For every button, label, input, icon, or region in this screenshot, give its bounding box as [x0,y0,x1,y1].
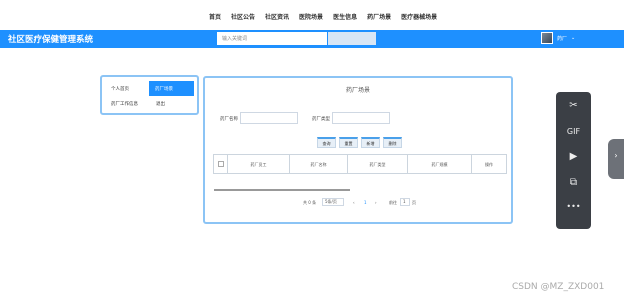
nav-announcements[interactable]: 社区公告 [231,12,255,21]
reset-button[interactable]: 重置 [339,137,358,148]
image-capture-icon[interactable]: ⧉ [556,177,591,188]
column-header-scale: 药厂规模 [408,155,472,173]
prev-page-icon[interactable]: ‹ [353,200,355,205]
nav-pharma-scene[interactable]: 药厂场景 [367,12,391,21]
nav-device-scene[interactable]: 医疗器械场景 [401,12,437,21]
label-pharma-name: 药厂名称 [220,117,238,122]
watermark-text: CSDN @MZ_ZXD001 [512,282,605,292]
top-navigation: 首页 社区公告 社区资讯 医院场景 医生信息 药厂场景 医疗器械场景 [0,0,624,31]
sidebar-menu: 个人首页 药厂场景 药厂工作信息 退出 [100,75,199,115]
column-header-employee: 药厂员工 [228,155,290,173]
pharma-type-input[interactable] [332,112,390,124]
chevron-down-icon[interactable]: ⌄ [571,35,575,41]
nav-doctor-info[interactable]: 医生信息 [333,12,357,21]
nav-home[interactable]: 首页 [209,12,221,21]
data-table: 药厂员工 药厂名称 药厂类型 药厂规模 操作 [213,154,507,174]
main-panel: 药厂场景 药厂名称 药厂类型 查询 重置 新增 删除 药厂员工 药厂名称 药厂类… [203,76,513,224]
select-all-checkbox[interactable] [218,161,224,167]
select-all-cell[interactable] [214,155,228,173]
next-page-icon[interactable]: › [375,200,377,205]
avatar[interactable] [541,32,553,44]
column-header-type: 药厂类型 [348,155,408,173]
pagination-total: 共 0 条 [303,200,317,205]
expand-side-tab[interactable]: › [608,139,624,179]
more-icon[interactable]: ••• [556,202,591,211]
page-size-select[interactable]: 5条/页 [322,198,344,206]
delete-button[interactable]: 删除 [383,137,402,148]
horizontal-scrollbar[interactable] [214,189,350,191]
sidebar-item-pharma-work-info[interactable]: 药厂工作信息 [111,101,138,107]
query-button[interactable]: 查询 [317,137,336,148]
search-input[interactable] [217,32,327,45]
play-record-icon[interactable]: ▶ [556,151,591,162]
sidebar-item-pharma-scene[interactable]: 药厂场景 [149,81,194,96]
user-name[interactable]: 药厂 [557,35,567,42]
nav-news[interactable]: 社区资讯 [265,12,289,21]
pharma-name-input[interactable] [240,112,298,124]
sidebar-item-logout[interactable]: 退出 [156,101,165,107]
nav-hospital-scene[interactable]: 医院场景 [299,12,323,21]
column-header-actions: 操作 [485,162,493,167]
column-header-name: 药厂名称 [290,155,348,173]
scissors-icon[interactable]: ✂ [556,100,591,111]
page-number[interactable]: 1 [364,200,367,205]
system-title: 社区医疗保健管理系统 [8,35,94,45]
gif-icon[interactable]: GIF [556,127,591,136]
goto-page-input[interactable]: 1 [400,198,410,206]
sidebar-item-profile[interactable]: 个人首页 [111,86,129,92]
goto-label: 前往 [389,200,397,205]
add-button[interactable]: 新增 [361,137,380,148]
user-menu[interactable]: 药厂 ⌄ [541,32,575,44]
search-button[interactable] [328,32,376,45]
page-title: 药厂场景 [345,87,370,94]
floating-toolbar: ✂ GIF ▶ ⧉ ••• [556,92,591,229]
label-pharma-type: 药厂类型 [312,117,330,122]
page-suffix: 页 [412,200,416,205]
top-nav-links: 首页 社区公告 社区资讯 医院场景 医生信息 药厂场景 医疗器械场景 [209,12,437,21]
